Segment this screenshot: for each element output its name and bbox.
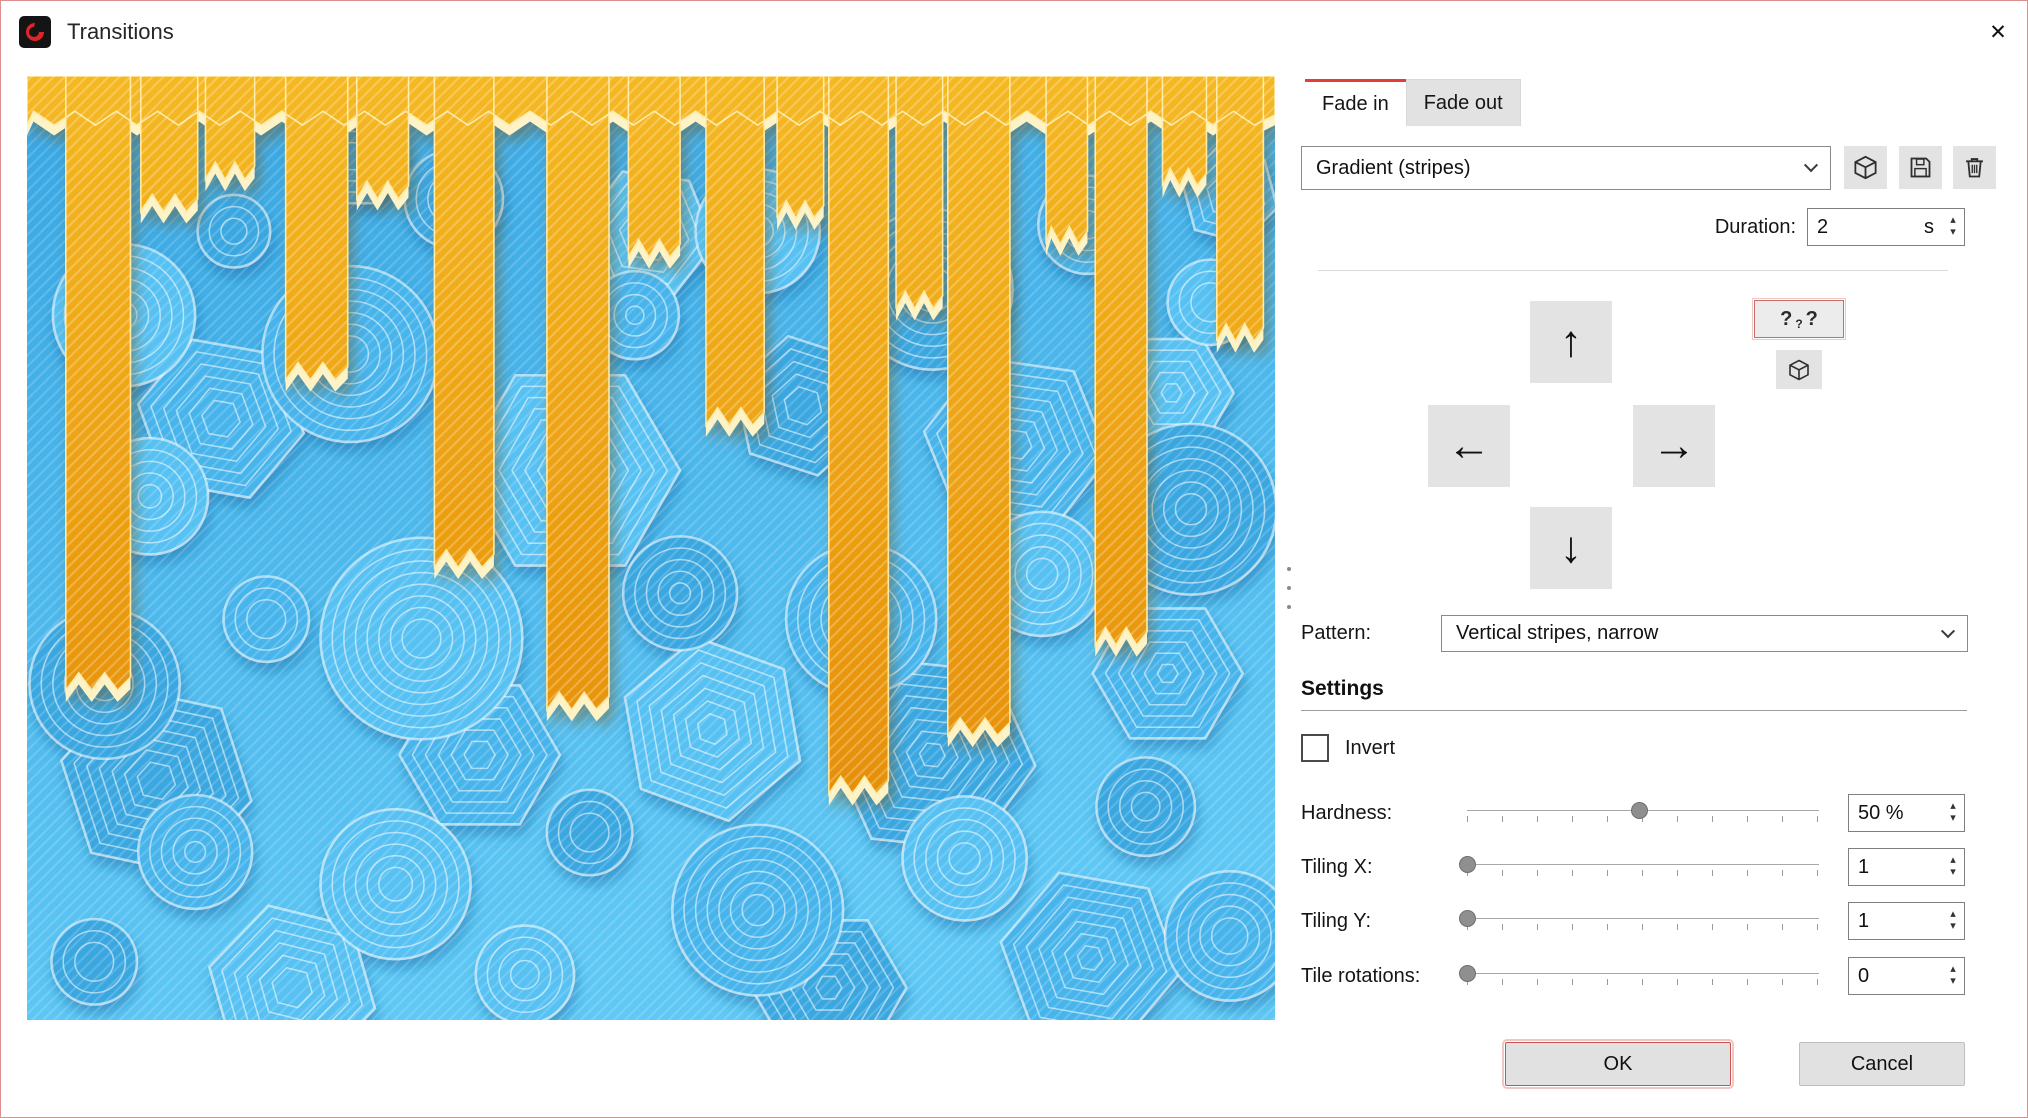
tab-fade-in-label: Fade in — [1322, 93, 1389, 116]
invert-label: Invert — [1345, 734, 1395, 762]
chevron-down-icon — [1804, 158, 1818, 172]
invert-checkbox[interactable] — [1301, 734, 1329, 762]
slider-ticks — [1467, 979, 1819, 985]
drag-dot-icon — [1287, 605, 1291, 609]
direction-left-button[interactable]: ← — [1428, 405, 1510, 487]
random-question-button[interactable]: ? ? ? — [1754, 300, 1844, 338]
tiling-x-slider[interactable] — [1467, 855, 1819, 881]
slider-ticks — [1467, 870, 1819, 876]
tiling-y-label: Tiling Y: — [1301, 908, 1371, 934]
tile-rotations-value: 0 — [1849, 965, 1869, 988]
spin-down-icon[interactable]: ▾ — [1942, 813, 1964, 825]
preset-dropdown-value: Gradient (stripes) — [1316, 157, 1471, 180]
slider-handle[interactable] — [1631, 802, 1648, 819]
preview-image — [27, 76, 1275, 1020]
dice-cube-icon — [1787, 358, 1811, 382]
close-button[interactable]: ✕ — [1969, 1, 2027, 63]
spin-down-icon[interactable]: ▾ — [1942, 921, 1964, 933]
dice-cube-icon — [1852, 154, 1879, 181]
direction-up-button[interactable]: ↑ — [1530, 301, 1612, 383]
slider-handle[interactable] — [1459, 965, 1476, 982]
transition-preview — [27, 76, 1275, 1020]
app-icon — [19, 16, 51, 48]
ok-button[interactable]: OK — [1505, 1042, 1731, 1086]
tab-fade-out-label: Fade out — [1424, 92, 1503, 115]
drag-dot-icon — [1287, 567, 1291, 571]
question-small-icon: ? — [1795, 317, 1802, 337]
random-direction-button[interactable] — [1776, 350, 1822, 389]
save-preset-button[interactable] — [1899, 146, 1942, 189]
pattern-dropdown[interactable]: Vertical stripes, narrow — [1441, 615, 1968, 652]
tiling-y-spinbox[interactable]: 1 ▴ ▾ — [1848, 902, 1965, 940]
tiling-x-label: Tiling X: — [1301, 854, 1373, 880]
slider-ticks — [1467, 924, 1819, 930]
hardness-label: Hardness: — [1301, 800, 1392, 826]
arrow-down-icon: ↓ — [1560, 523, 1582, 573]
preset-dropdown[interactable]: Gradient (stripes) — [1301, 146, 1831, 190]
ok-button-label: OK — [1604, 1053, 1633, 1076]
spin-down-icon[interactable]: ▾ — [1942, 227, 1964, 239]
slider-track-line — [1467, 918, 1819, 919]
chevron-down-icon — [1941, 624, 1955, 638]
save-icon — [1907, 154, 1934, 181]
duration-value: 2 — [1808, 216, 1828, 239]
slider-handle[interactable] — [1459, 910, 1476, 927]
tile-rotations-label: Tile rotations: — [1301, 963, 1420, 989]
slider-track-line — [1467, 973, 1819, 974]
hardness-spinbox[interactable]: 50 % ▴ ▾ — [1848, 794, 1965, 832]
separator-line — [1318, 270, 1948, 271]
tiling-x-spinbox[interactable]: 1 ▴ ▾ — [1848, 848, 1965, 886]
hardness-slider[interactable] — [1467, 801, 1819, 827]
trash-icon — [1961, 154, 1988, 181]
cancel-button-label: Cancel — [1851, 1053, 1913, 1076]
drag-dot-icon — [1287, 586, 1291, 590]
pattern-label: Pattern: — [1301, 615, 1371, 652]
settings-heading: Settings — [1301, 677, 1967, 711]
duration-label: Duration: — [1641, 208, 1796, 246]
duration-spinbox[interactable]: 2 s ▴ ▾ — [1807, 208, 1965, 246]
delete-preset-button[interactable] — [1953, 146, 1996, 189]
tile-rotations-spinbox[interactable]: 0 ▴ ▾ — [1848, 957, 1965, 995]
hardness-value: 50 % — [1849, 802, 1904, 825]
slider-handle[interactable] — [1459, 856, 1476, 873]
direction-right-button[interactable]: → — [1633, 405, 1715, 487]
tiling-x-value: 1 — [1849, 856, 1869, 879]
pattern-dropdown-value: Vertical stripes, narrow — [1456, 622, 1658, 645]
direction-down-button[interactable]: ↓ — [1530, 507, 1612, 589]
tiling-y-value: 1 — [1849, 910, 1869, 933]
tab-fade-in[interactable]: Fade in — [1305, 79, 1406, 126]
arrow-up-icon: ↑ — [1560, 317, 1582, 367]
tiling-y-slider[interactable] — [1467, 909, 1819, 935]
spin-down-icon[interactable]: ▾ — [1942, 867, 1964, 879]
close-icon: ✕ — [1989, 20, 2007, 45]
panel-splitter[interactable] — [1283, 567, 1295, 609]
tab-bar: Fade in Fade out — [1305, 79, 1521, 126]
tile-rotations-slider[interactable] — [1467, 964, 1819, 990]
arrow-left-icon: ← — [1447, 421, 1491, 471]
transitions-dialog: Transitions ✕ — [0, 0, 2028, 1118]
spin-down-icon[interactable]: ▾ — [1942, 976, 1964, 988]
slider-track-line — [1467, 864, 1819, 865]
tab-fade-out[interactable]: Fade out — [1406, 79, 1521, 126]
random-preset-button[interactable] — [1844, 146, 1887, 189]
question-icon: ? — [1780, 308, 1792, 331]
cancel-button[interactable]: Cancel — [1799, 1042, 1965, 1086]
window-title: Transitions — [67, 1, 174, 63]
question-icon: ? — [1806, 308, 1818, 331]
duration-unit: s — [1924, 216, 1942, 239]
arrow-right-icon: → — [1652, 421, 1696, 471]
